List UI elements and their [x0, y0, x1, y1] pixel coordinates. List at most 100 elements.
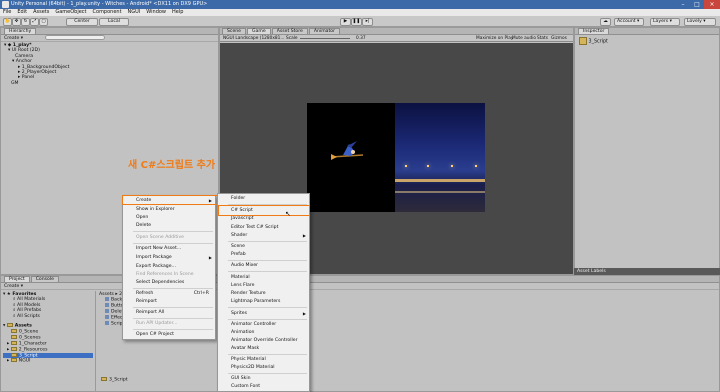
menu-item-run-api-updater: Run API Updater...	[136, 321, 178, 326]
submenu-arrow-icon: ▶	[208, 255, 212, 260]
play-button[interactable]: ▶	[340, 18, 351, 26]
menu-edit[interactable]: Edit	[17, 9, 27, 16]
account-dropdown[interactable]: Account ▾	[614, 18, 644, 26]
inspector-object-name: 3_Script	[588, 39, 608, 45]
menu-item-reimport-all[interactable]: Reimport All	[123, 308, 215, 317]
file-icon	[105, 321, 109, 326]
project-panel: Project Console Create ▾ ▾ ★ Favorites ⌕ …	[0, 275, 720, 392]
menu-item-custom-font[interactable]: Custom Font	[218, 382, 309, 391]
menu-item-open-csharp-project[interactable]: Open C# Project	[123, 330, 215, 339]
tab-asset-store[interactable]: Asset Store	[271, 28, 308, 34]
mouse-cursor-icon: ↖	[285, 210, 291, 218]
menu-item-select-dependencies[interactable]: Select Dependencies	[123, 278, 215, 287]
csharp-script-highlight-box	[218, 205, 310, 216]
scale-label: Scale	[286, 36, 298, 41]
cloud-icon[interactable]: ☁	[600, 18, 611, 26]
pivot-toggle[interactable]: Center	[66, 18, 98, 26]
space-toggle[interactable]: Local	[99, 18, 129, 26]
menu-item-physics2d-material[interactable]: Physics2D Material	[218, 363, 309, 372]
file-icon	[105, 309, 109, 314]
tab-project[interactable]: Project	[4, 276, 30, 282]
menu-help[interactable]: Help	[172, 9, 183, 16]
menu-item-audio-mixer[interactable]: Audio Mixer	[218, 261, 309, 270]
lamp-light	[475, 165, 477, 167]
file-icon	[105, 297, 109, 302]
menu-item-import-package[interactable]: Import Package ▶	[123, 253, 215, 262]
project-folder-tree: ▾ ★ Favorites ⌕ All Materials ⌕ All Mode…	[1, 291, 96, 391]
folder-icon	[10, 340, 17, 345]
layout-label: Lovely	[687, 19, 702, 24]
gizmos-dropdown[interactable]: Gizmos	[551, 35, 567, 42]
bridge-rail	[395, 179, 485, 182]
inspector-panel: Inspector 3_Script	[574, 27, 720, 275]
folder-icon	[101, 377, 107, 381]
minimize-icon[interactable]: –	[676, 0, 690, 9]
lamp-light	[405, 165, 407, 167]
project-header: Project Console	[1, 276, 719, 283]
tab-console[interactable]: Console	[30, 276, 59, 282]
window-title: Unity Personal (64bit) - 1_play.unity - …	[11, 1, 208, 7]
folder-icon	[11, 352, 17, 357]
layers-label: Layers	[653, 19, 669, 24]
move-tool-button[interactable]: ✥	[12, 18, 21, 26]
rect-tool-button[interactable]: ▢	[39, 18, 48, 26]
context-menu: Create ▶ Show in Explorer Open Delete Ope…	[122, 195, 216, 340]
rotate-tool-button[interactable]: ↻	[21, 18, 30, 26]
menu-item-folder[interactable]: Folder	[218, 194, 309, 203]
menu-item-reimport[interactable]: Reimport	[123, 297, 215, 306]
menu-item-shader[interactable]: Shader ▶	[218, 231, 309, 240]
menu-window[interactable]: Window	[146, 9, 166, 16]
scene-tabs: Scene Game Asset Store Animator	[220, 28, 573, 35]
search-icon: ⌕	[13, 308, 16, 314]
submenu-arrow-icon: ▶	[302, 233, 306, 238]
account-label: Account	[617, 19, 636, 24]
menu-item-delete[interactable]: Delete	[123, 221, 215, 230]
maximize-on-play-toggle[interactable]: Maximize on Play	[476, 35, 513, 42]
menu-ngui[interactable]: NGUI	[128, 9, 141, 16]
step-button[interactable]: ▸|	[362, 18, 373, 26]
menu-separator	[228, 307, 307, 308]
close-icon[interactable]: ×	[704, 0, 720, 9]
pause-button[interactable]: ❚❚	[351, 18, 362, 26]
resolution-dropdown[interactable]: NGUI Landscape (1280x81...	[223, 35, 285, 42]
asset-folder[interactable]: ▸ NGUI	[3, 358, 93, 364]
tab-game[interactable]: Game	[247, 28, 271, 34]
menu-item-sprites[interactable]: Sprites ▶	[218, 309, 309, 318]
game-toolbar: NGUI Landscape (1280x81... Scale 0.37 Ma…	[220, 35, 573, 42]
stats-toggle[interactable]: Stats	[537, 35, 548, 42]
menu-gameobject[interactable]: GameObject	[55, 9, 86, 16]
asset-labels-bar[interactable]: Asset Labels	[574, 268, 720, 275]
menu-item-prefab[interactable]: Prefab	[218, 250, 309, 259]
project-create-button[interactable]: Create	[4, 284, 19, 289]
bridge-rail-lower	[395, 191, 485, 193]
maximize-icon[interactable]: □	[690, 0, 704, 9]
tab-inspector[interactable]: Inspector	[578, 28, 610, 34]
file-icon	[105, 303, 109, 308]
submenu-arrow-icon: ▶	[302, 311, 306, 316]
file-icon	[105, 315, 109, 320]
menu-item-avatar-mask[interactable]: Avatar Mask	[218, 344, 309, 353]
create-highlight-box	[122, 195, 218, 205]
menu-component[interactable]: Component	[93, 9, 122, 16]
tab-hierarchy[interactable]: Hierarchy	[4, 28, 37, 34]
inspector-object-header: 3_Script	[575, 35, 719, 49]
tab-animator[interactable]: Animator	[308, 28, 340, 34]
layers-dropdown[interactable]: Layers ▾	[650, 18, 680, 26]
scale-slider[interactable]	[300, 38, 350, 39]
hierarchy-search-input[interactable]	[44, 35, 105, 40]
hand-tool-button[interactable]: ✋	[3, 18, 12, 26]
layout-dropdown[interactable]: Lovely ▾	[684, 18, 716, 26]
menu-assets[interactable]: Assets	[33, 9, 49, 16]
search-icon: ⌕	[13, 313, 16, 319]
window-title-bar: Unity Personal (64bit) - 1_play.unity - …	[0, 0, 720, 9]
tree-item-gm[interactable]: GM	[4, 81, 215, 86]
hierarchy-create-button[interactable]: Create	[4, 36, 19, 41]
tab-scene[interactable]: Scene	[222, 28, 247, 34]
scale-tool-button[interactable]: ⤢	[30, 18, 39, 26]
menu-file[interactable]: File	[3, 9, 11, 16]
menu-item-import-new-asset[interactable]: Import New Asset...	[123, 244, 215, 253]
menu-item-lightmap-parameters[interactable]: Lightmap Parameters	[218, 297, 309, 306]
create-submenu: Folder C# Script Javascript Editor Test …	[217, 193, 310, 392]
mute-audio-toggle[interactable]: Mute audio	[512, 35, 536, 42]
unity-logo-icon	[2, 1, 9, 8]
